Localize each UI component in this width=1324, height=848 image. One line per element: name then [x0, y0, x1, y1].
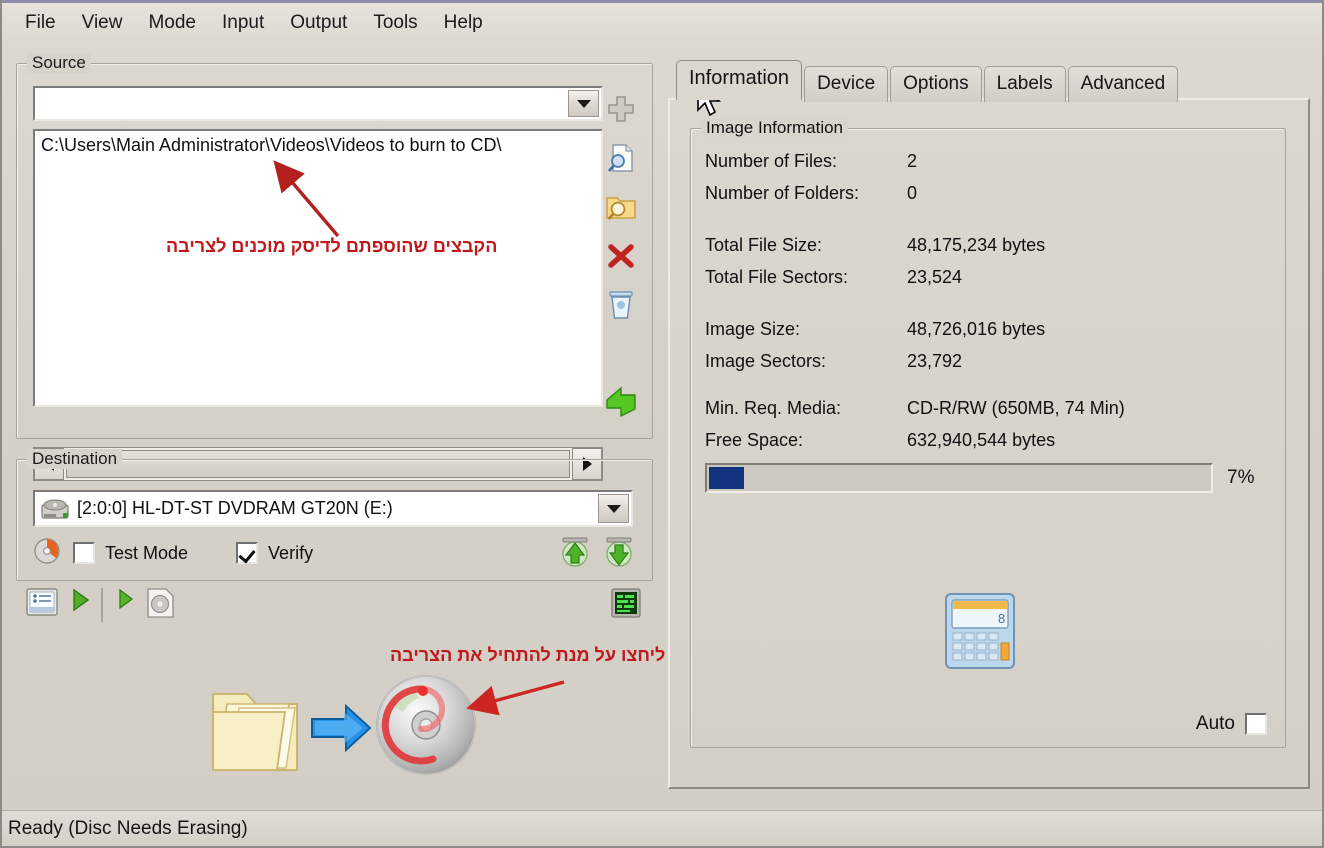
bottom-toolbar	[26, 588, 646, 624]
info-value: CD-R/RW (650MB, 74 Min)	[907, 398, 1125, 418]
green-arrow-icon[interactable]	[600, 381, 642, 423]
source-path-dropdown-button[interactable]	[568, 90, 599, 117]
destination-dropdown-button[interactable]	[598, 494, 629, 523]
tab-content-information: Image Information Number of Files: 2 Num…	[668, 98, 1310, 789]
chevron-down-icon	[606, 504, 621, 513]
blue-arrow-right-icon	[310, 702, 372, 759]
auto-calculate-row: Auto	[1196, 713, 1267, 735]
disc-status-icon	[33, 537, 61, 570]
annotation-click-to-burn: ליחצו על מנת להתחיל את הצריבה	[390, 645, 666, 665]
info-key: Min. Req. Media:	[705, 398, 842, 418]
browse-folder-icon[interactable]	[600, 186, 642, 228]
menu-tools[interactable]: Tools	[360, 10, 430, 35]
auto-label: Auto	[1195, 713, 1235, 734]
status-bar: Ready (Disc Needs Erasing)	[2, 810, 1322, 846]
tray-buttons	[558, 536, 636, 570]
image-information-group: Image Information Number of Files: 2 Num…	[690, 118, 1286, 748]
menu-view[interactable]: View	[69, 10, 136, 35]
destination-drive-combo[interactable]: [2:0:0] HL-DT-ST DVDRAM GT20N (E:)	[33, 490, 633, 527]
right-tab-panel: Image Information Number of Files: 2 Num…	[668, 60, 1310, 789]
test-mode-checkbox[interactable]	[73, 542, 95, 564]
tab-strip: Information Device Options Labels Advanc…	[676, 60, 1180, 102]
verify-checkbox[interactable]	[236, 542, 259, 564]
info-key: Free Space:	[705, 430, 804, 450]
info-value: 48,726,016 bytes	[907, 319, 1046, 339]
device-info-icon[interactable]	[26, 588, 58, 616]
info-value: 23,524	[907, 267, 963, 287]
info-value: 48,175,234 bytes	[907, 235, 1046, 255]
source-tool-strip	[600, 88, 646, 428]
menu-output[interactable]: Output	[277, 10, 360, 35]
optical-drive-icon	[41, 498, 71, 522]
eject-up-icon[interactable]	[558, 535, 592, 572]
disc-tool-icon[interactable]	[144, 588, 176, 618]
destination-options-row: Test Mode Verify	[33, 536, 313, 570]
tab-options[interactable]: Options	[890, 66, 982, 102]
capacity-progress-fill	[709, 467, 744, 489]
toolbar-separator	[101, 588, 103, 622]
info-key: Image Sectors:	[705, 351, 827, 371]
application-window: File View Mode Input Output Tools Help S…	[0, 0, 1324, 848]
tab-device[interactable]: Device	[804, 66, 889, 102]
destination-group: Destination [2:0:0] HL-DT-ST DVDRAM GT20…	[16, 449, 653, 581]
info-key: Number of Files:	[705, 151, 838, 171]
destination-group-label: Destination	[27, 449, 123, 469]
play-small-icon[interactable]	[116, 588, 134, 610]
tab-information[interactable]: Information	[676, 60, 803, 100]
folder-icon	[207, 678, 303, 783]
menu-mode[interactable]: Mode	[135, 10, 209, 35]
log-window-icon[interactable]	[611, 588, 641, 618]
clear-list-icon[interactable]	[600, 284, 642, 326]
destination-drive-value[interactable]: [2:0:0] HL-DT-ST DVDRAM GT20N (E:)	[35, 498, 598, 519]
image-information-label: Image Information	[701, 118, 849, 138]
info-value: 2	[907, 151, 918, 171]
annotation-files-ready: הקבצים שהוספתם לדיסק מוכנים לצריבה	[166, 236, 498, 256]
capacity-progress-row: 7%	[705, 462, 1277, 494]
info-value: 23,792	[907, 351, 963, 371]
status-text: Ready (Disc Needs Erasing)	[8, 817, 248, 839]
info-key: Image Size:	[705, 319, 801, 339]
tab-advanced[interactable]: Advanced	[1067, 66, 1179, 102]
info-value: 632,940,544 bytes	[907, 430, 1056, 450]
calculator-icon[interactable]: 8	[944, 592, 1016, 670]
tab-labels[interactable]: Labels	[983, 66, 1066, 102]
test-mode-label: Test Mode	[105, 542, 189, 563]
capacity-progress-bar	[705, 463, 1213, 493]
info-key: Total File Sectors:	[705, 267, 849, 287]
build-to-disc-action[interactable]	[207, 672, 477, 782]
info-key: Number of Folders:	[705, 183, 860, 203]
source-group-label: Source	[27, 53, 91, 73]
menu-bar: File View Mode Input Output Tools Help	[2, 3, 1322, 41]
capacity-progress-label: 7%	[1227, 467, 1255, 488]
info-key: Total File Size:	[705, 235, 823, 255]
list-item[interactable]: C:\Users\Main Administrator\Videos\Video…	[35, 131, 601, 156]
add-files-icon[interactable]	[600, 88, 642, 130]
chevron-down-icon	[576, 99, 591, 108]
source-path-combo[interactable]	[33, 86, 603, 121]
browse-file-icon[interactable]	[600, 137, 642, 179]
auto-checkbox[interactable]	[1245, 713, 1267, 735]
remove-icon[interactable]	[600, 235, 642, 277]
annotation-arrow-to-burn-button	[466, 680, 565, 716]
svg-text:8: 8	[998, 611, 1005, 626]
info-value: 0	[907, 183, 918, 203]
play-green-icon[interactable]	[70, 588, 90, 612]
load-down-icon[interactable]	[602, 535, 636, 572]
source-file-list[interactable]: C:\Users\Main Administrator\Videos\Video…	[33, 129, 603, 407]
burn-disc-icon	[373, 672, 479, 783]
menu-file[interactable]: File	[12, 10, 69, 35]
menu-input[interactable]: Input	[209, 10, 277, 35]
menu-help[interactable]: Help	[431, 10, 496, 35]
verify-label: Verify	[268, 542, 314, 563]
